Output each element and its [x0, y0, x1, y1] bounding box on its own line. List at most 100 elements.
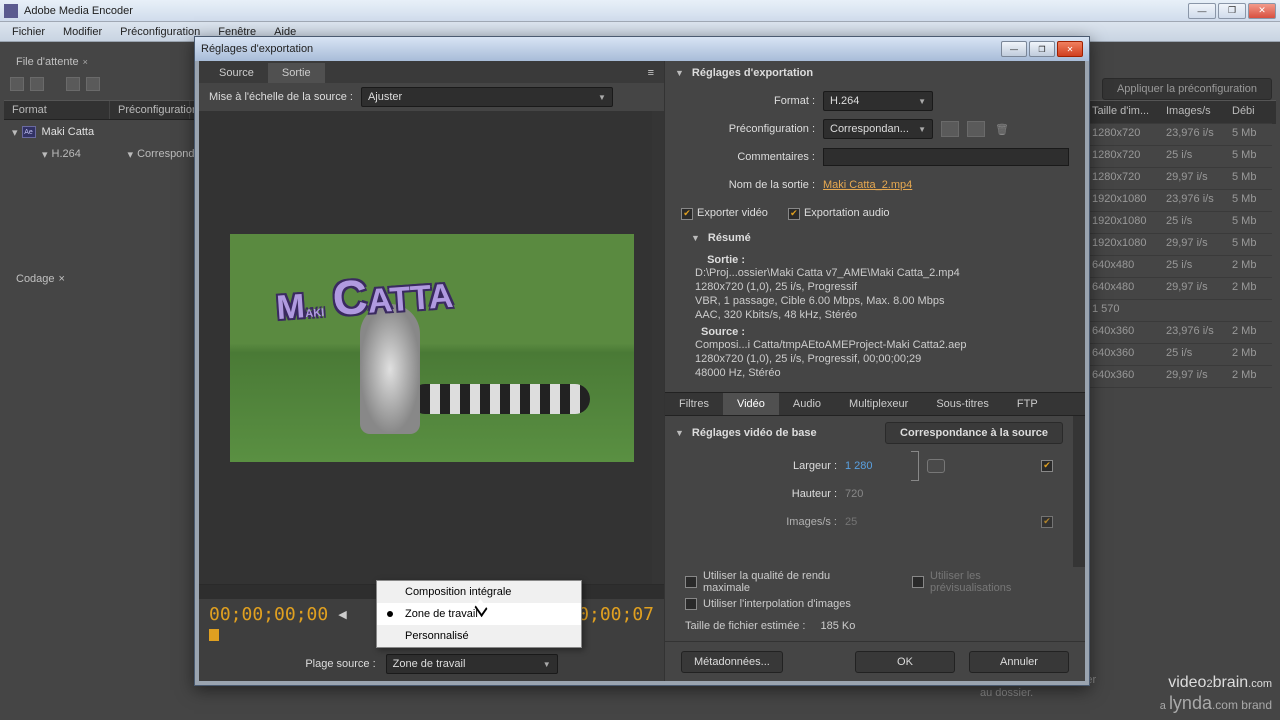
timecode-in[interactable]: 00;00;00;00 — [209, 604, 328, 625]
summary-header[interactable]: ▼Résumé — [665, 226, 1085, 250]
chevron-down-icon: ▼ — [918, 125, 926, 134]
source-range-label: Plage source : — [305, 658, 375, 670]
coding-tab[interactable]: Codage× — [8, 270, 73, 288]
export-settings-header[interactable]: ▼Réglages d'exportation — [665, 61, 1085, 85]
queue-item-name: Maki Catta — [42, 126, 95, 138]
export-video-checkbox[interactable]: ✔Exporter vidéo — [681, 207, 768, 220]
preset-row[interactable]: 640x48025 i/s2 Mb — [1088, 256, 1276, 278]
tab-captions[interactable]: Sous-titres — [922, 393, 1003, 415]
preset-row[interactable]: 640x36029,97 i/s2 Mb — [1088, 366, 1276, 388]
apply-preset-button[interactable]: Appliquer la préconfiguration — [1102, 78, 1272, 100]
close-button[interactable]: ✕ — [1248, 3, 1276, 19]
delete-preset-icon[interactable]: 🗑 — [993, 121, 1011, 137]
add-source-button[interactable] — [10, 77, 24, 91]
scale-label: Mise à l'échelle de la source : — [209, 91, 353, 103]
import-preset-icon[interactable] — [967, 121, 985, 137]
minimize-button[interactable]: — — [1188, 3, 1216, 19]
in-marker-icon[interactable] — [209, 629, 219, 641]
preview-scrollbar[interactable] — [652, 111, 664, 584]
close-tab-icon[interactable]: × — [83, 57, 88, 67]
radio-selected-icon — [387, 611, 393, 617]
metadata-button[interactable]: Métadonnées... — [681, 651, 783, 673]
queue-toolbar — [10, 77, 100, 91]
tab-audio[interactable]: Audio — [779, 393, 835, 415]
col-fps: Images/s — [1162, 102, 1228, 124]
preset-row[interactable]: 1 570 — [1088, 300, 1276, 322]
tab-output[interactable]: Sortie — [268, 63, 325, 83]
mouse-cursor-icon — [476, 602, 490, 622]
video-settings-section: ▼Réglages vidéo de base Correspondance à… — [665, 416, 1085, 568]
preset-label: Préconfiguration : — [681, 123, 815, 135]
dialog-maximize-button[interactable]: ❐ — [1029, 41, 1055, 57]
format-dropdown[interactable]: H.264▼ — [823, 91, 933, 111]
twirl-icon[interactable]: ▾ — [42, 148, 48, 161]
col-preset: Préconfiguration — [110, 101, 190, 119]
settings-tabs: Filtres Vidéo Audio Multiplexeur Sous-ti… — [665, 392, 1085, 416]
cancel-button[interactable]: Annuler — [969, 651, 1069, 673]
preview-frame: MAKI CATTA — [230, 234, 634, 462]
remove-button[interactable] — [66, 77, 80, 91]
tab-filters[interactable]: Filtres — [665, 393, 723, 415]
preset-row[interactable]: 1920x108025 i/s5 Mb — [1088, 212, 1276, 234]
height-value[interactable]: 720 — [845, 488, 905, 500]
comments-input[interactable] — [823, 148, 1069, 166]
close-tab-icon[interactable]: × — [59, 273, 65, 285]
fps-label: Images/s : — [681, 516, 837, 528]
ok-button[interactable]: OK — [855, 651, 955, 673]
preset-row[interactable]: 640x48029,97 i/s2 Mb — [1088, 278, 1276, 300]
twirl-icon[interactable]: ▾ — [12, 126, 18, 139]
twirl-down-icon: ▼ — [675, 428, 684, 438]
dialog-close-button[interactable]: ✕ — [1057, 41, 1083, 57]
menu-edit[interactable]: Modifier — [55, 24, 110, 40]
tab-source[interactable]: Source — [205, 63, 268, 83]
match-source-button[interactable]: Correspondance à la source — [885, 422, 1063, 444]
match-fps-checkbox[interactable]: ✔ — [1041, 516, 1053, 528]
menu-item-custom[interactable]: Personnalisé — [377, 625, 581, 647]
col-format: Format — [4, 101, 110, 119]
fps-value[interactable]: 25 — [845, 516, 905, 528]
duplicate-button[interactable] — [86, 77, 100, 91]
link-bracket-icon — [911, 451, 919, 481]
menu-file[interactable]: Fichier — [4, 24, 53, 40]
preset-row[interactable]: 1920x108029,97 i/s5 Mb — [1088, 234, 1276, 256]
output-name-link[interactable]: Maki Catta_2.mp4 — [823, 179, 912, 191]
filesize-label: Taille de fichier estimée : — [685, 620, 805, 632]
preset-row[interactable]: 640x36023,976 i/s2 Mb — [1088, 322, 1276, 344]
tab-multiplexer[interactable]: Multiplexeur — [835, 393, 922, 415]
frame-interpolation-checkbox[interactable] — [685, 598, 697, 610]
basic-video-header[interactable]: ▼Réglages vidéo de base Correspondance à… — [665, 416, 1073, 450]
add-output-button[interactable] — [30, 77, 44, 91]
app-icon — [4, 4, 18, 18]
width-value[interactable]: 1 280 — [845, 460, 905, 472]
source-range-dropdown[interactable]: Zone de travail▼ — [386, 654, 558, 674]
queue-tab[interactable]: File d'attente× — [8, 53, 96, 71]
preview-viewport[interactable]: MAKI CATTA — [199, 111, 664, 584]
filesize-value: 185 Ko — [821, 620, 856, 632]
export-audio-checkbox[interactable]: ✔Exportation audio — [788, 207, 890, 220]
preset-row[interactable]: 1280x72029,97 i/s5 Mb — [1088, 168, 1276, 190]
dropdown-icon[interactable]: ▾ — [128, 148, 134, 161]
maximize-button[interactable]: ❐ — [1218, 3, 1246, 19]
timecode-out[interactable]: 0;00;07 — [578, 604, 654, 625]
preset-row[interactable]: 1280x72025 i/s5 Mb — [1088, 146, 1276, 168]
scale-dropdown[interactable]: Ajuster▼ — [361, 87, 613, 107]
match-width-checkbox[interactable]: ✔ — [1041, 460, 1053, 472]
export-settings-dialog: Réglages d'exportation — ❐ ✕ Source Sort… — [194, 36, 1090, 686]
constrain-link-icon[interactable] — [927, 459, 945, 473]
preset-row[interactable]: 640x36025 i/s2 Mb — [1088, 344, 1276, 366]
tab-ftp[interactable]: FTP — [1003, 393, 1052, 415]
preset-row[interactable]: 1280x72023,976 i/s5 Mb — [1088, 124, 1276, 146]
watermark-bottom: a lynda.com brand — [1160, 693, 1272, 714]
dialog-titlebar[interactable]: Réglages d'exportation — ❐ ✕ — [195, 37, 1089, 61]
width-label: Largeur : — [681, 460, 837, 472]
settings-scrollbar[interactable] — [1073, 416, 1085, 568]
twirl-down-icon: ▼ — [691, 233, 700, 243]
preset-row[interactable]: 1920x108023,976 i/s5 Mb — [1088, 190, 1276, 212]
summary-block: Sortie : D:\Proj...ossier\Maki Catta v7_… — [665, 250, 1085, 388]
preset-dropdown[interactable]: Correspondan...▼ — [823, 119, 933, 139]
panel-menu-icon[interactable]: ≡ — [644, 63, 658, 83]
tab-video[interactable]: Vidéo — [723, 393, 779, 415]
dialog-minimize-button[interactable]: — — [1001, 41, 1027, 57]
max-quality-checkbox[interactable] — [685, 576, 697, 588]
save-preset-icon[interactable] — [941, 121, 959, 137]
